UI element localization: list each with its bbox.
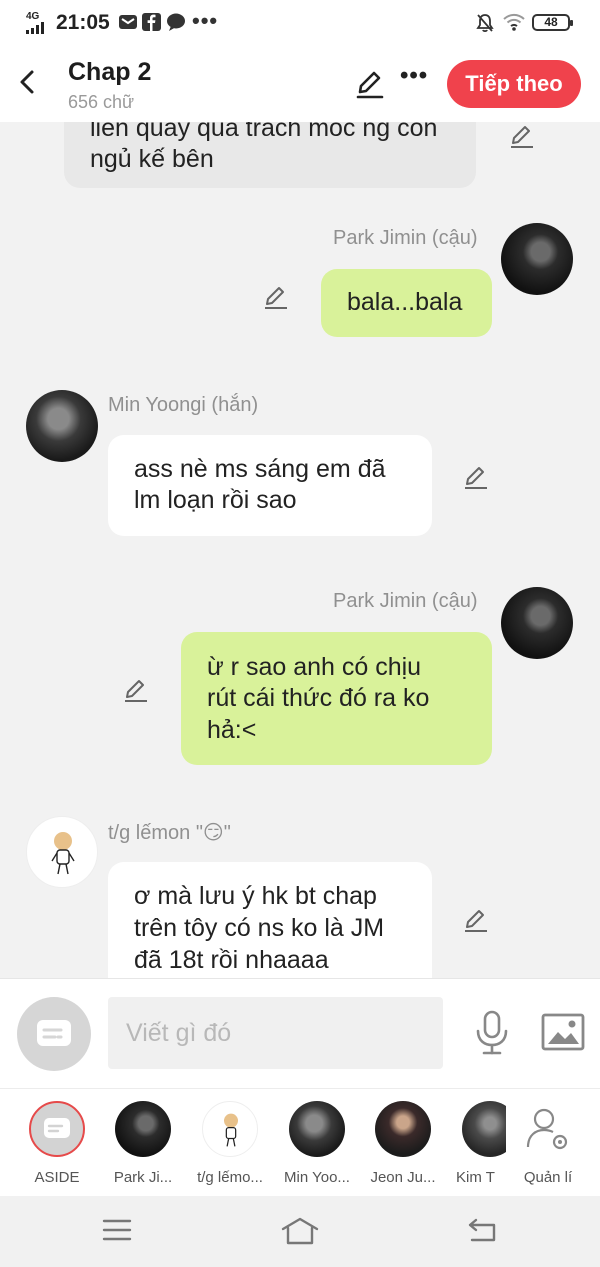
avatar[interactable] [501,587,573,659]
message-bubble[interactable]: ơ mà lưu ý hk bt chap trên tôy có ns ko … [108,862,432,978]
character-label: ASIDE [34,1169,80,1186]
avatar[interactable] [501,223,573,295]
character-label: Jeon Ju... [370,1169,436,1186]
facebook-icon [142,13,161,31]
sender-name: t/g lếmon "😏" [108,822,231,844]
message-bubble[interactable]: bala...bala [321,269,492,337]
message-text-line: trên tôy có ns ko là JM [134,914,385,942]
message-icon [44,1118,70,1138]
more-notifications: ••• [192,8,219,33]
return-icon [468,1218,496,1242]
battery-indicator: 48 [532,14,573,31]
pencil-icon[interactable] [508,122,536,150]
network-type: 4G [26,11,40,22]
hamburger-icon [102,1219,132,1241]
avatar [462,1101,506,1157]
character-label: t/g lếmo... [197,1169,263,1186]
pencil-icon[interactable] [462,906,490,934]
character-label: Kim T [456,1169,495,1186]
avatar [520,1101,576,1157]
pencil-icon[interactable] [122,676,150,704]
clock: 21:05 [56,11,110,34]
word-count: 656 chữ [68,92,135,112]
message-text-line: bala...bala [347,288,463,316]
character-bar: ASIDE Park Ji... t/g lếmo... Min Yoo... … [0,1088,600,1196]
message-text-line: ngủ kế bên [90,145,214,173]
avatar [29,1101,85,1157]
back-nav-button[interactable] [466,1216,498,1244]
sender-name: Park Jimin (cậu) [333,590,478,612]
character-min-yoongi[interactable]: Min Yoo... [273,1101,361,1186]
character-label: Quản lí [523,1169,573,1186]
user-settings-icon [526,1108,568,1150]
mail-icon [119,15,137,29]
insert-image-button[interactable] [541,1013,585,1053]
mute-bell-icon [476,14,494,33]
character-park-jimin[interactable]: Park Ji... [99,1101,187,1186]
pencil-icon [356,71,384,99]
chibi-figure-icon [51,832,75,875]
message-bubble[interactable]: ass nè ms sáng em đã lm loạn rồi sao [108,435,432,536]
signal-icon [26,22,44,34]
message-text-line: ơ mà lưu ý hk bt chap [134,882,377,910]
manage-characters-button[interactable]: Quản lí [506,1101,590,1186]
avatar [115,1101,171,1157]
pencil-icon[interactable] [462,463,490,491]
character-tg-lemon[interactable]: t/g lếmo... [186,1101,274,1186]
message-input[interactable] [108,997,443,1069]
aside-toggle-button[interactable] [17,997,91,1071]
character-aside[interactable]: ASIDE [13,1101,101,1186]
character-label: Min Yoo... [284,1169,350,1186]
avatar [289,1101,345,1157]
message-text-line: lm loạn rồi sao [134,486,297,514]
home-button[interactable] [280,1216,320,1246]
compose-bar [0,978,600,1088]
message-text-line: đã 18t rồi nhaaaa [134,946,329,974]
system-nav-bar [0,1196,600,1267]
status-bar: 4G 21:05 ••• 48 [0,0,600,46]
pencil-icon[interactable] [262,283,290,311]
microphone-icon [476,1010,508,1055]
more-options-button[interactable]: ••• [400,62,428,90]
chat-notification-icon [167,13,185,31]
home-icon [281,1217,319,1245]
sender-name: Min Yoongi (hắn) [108,394,259,416]
character-label: Park Ji... [113,1169,173,1186]
message-bubble[interactable]: ừ r sao anh có chịu rút cái thức đó ra k… [181,632,492,765]
menu-button[interactable] [102,1216,132,1244]
edit-chapter-button[interactable] [354,68,386,100]
message-text-line: ass nè ms sáng em đã [134,455,386,483]
avatar[interactable] [26,816,98,888]
chibi-figure-icon [224,1113,238,1147]
message-input-container [108,997,443,1069]
chat-area[interactable]: liền quay qua trách móc ng còn ngủ kế bê… [0,122,600,978]
message-text-line: ừ r sao anh có chịu [207,653,422,681]
message-text-line: liền quay qua trách móc ng còn [90,122,438,142]
message-text-line: hả:< [207,716,257,744]
avatar [202,1101,258,1157]
sender-name: Park Jimin (cậu) [333,227,478,249]
avatar [375,1101,431,1157]
mic-button[interactable] [472,1009,512,1057]
message-icon [37,1020,71,1046]
image-icon [541,1013,585,1051]
chapter-header: Chap 2 656 chữ ••• Tiếp theo [0,46,600,122]
next-button[interactable]: Tiếp theo [447,60,581,108]
character-jeon-jungkook[interactable]: Jeon Ju... [359,1101,447,1186]
character-kim-taehyung[interactable]: Kim T [446,1101,506,1186]
message-bubble[interactable]: liền quay qua trách móc ng còn ngủ kế bê… [64,122,476,188]
chevron-left-icon [20,70,34,94]
page-title: Chap 2 [68,58,152,86]
wifi-icon [503,13,525,31]
back-button[interactable] [12,64,44,100]
message-text-line: rút cái thức đó ra ko [207,684,430,712]
avatar[interactable] [26,390,98,462]
